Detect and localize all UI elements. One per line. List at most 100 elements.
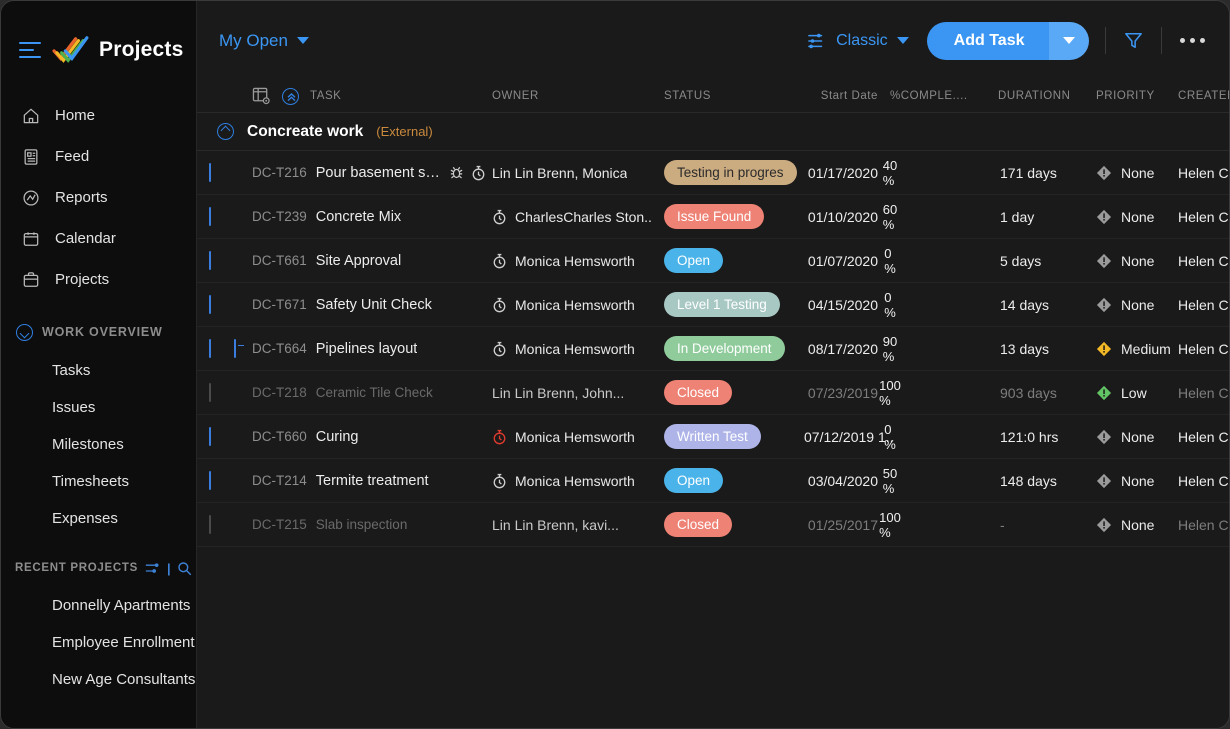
- row-select-cell[interactable]: [209, 252, 234, 270]
- column-settings-icon[interactable]: [252, 87, 271, 105]
- filter-button[interactable]: [1122, 29, 1145, 52]
- created-by-cell[interactable]: Helen Collin: [1178, 517, 1230, 533]
- priority-cell[interactable]: None: [1096, 253, 1178, 269]
- status-badge[interactable]: In Development: [664, 336, 785, 361]
- column-header-task[interactable]: TASK: [252, 87, 492, 105]
- sidebar-item-issues[interactable]: Issues: [1, 389, 196, 426]
- sidebar-item-timesheets[interactable]: Timesheets: [1, 463, 196, 500]
- row-select-cell[interactable]: [209, 296, 234, 314]
- row-checkbox[interactable]: [209, 515, 211, 534]
- status-cell[interactable]: Closed: [664, 380, 804, 405]
- task-cell[interactable]: DC-T214Termite treatment: [252, 473, 492, 489]
- status-cell[interactable]: Open: [664, 468, 804, 493]
- start-date-cell[interactable]: 01/07/2020: [804, 253, 890, 269]
- task-cell[interactable]: DC-T216Pour basement slabpour bas...: [252, 165, 492, 181]
- column-header-owner[interactable]: OWNER: [492, 90, 664, 102]
- row-select-cell[interactable]: [209, 384, 234, 402]
- status-cell[interactable]: Open: [664, 248, 804, 273]
- created-by-cell[interactable]: Helen Collin: [1178, 253, 1230, 269]
- status-badge[interactable]: Testing in progres: [664, 160, 797, 185]
- start-date-cell[interactable]: 01/10/2020: [804, 209, 890, 225]
- duration-cell[interactable]: 148 days: [998, 473, 1096, 489]
- sidebar-project-new-age-consultants[interactable]: New Age Consultants: [1, 661, 196, 698]
- owner-cell[interactable]: CharlesCharles Ston..: [492, 209, 664, 225]
- row-checkbox[interactable]: [209, 471, 211, 490]
- row-checkbox[interactable]: [209, 339, 211, 358]
- sidebar-item-projects[interactable]: Projects: [1, 259, 196, 300]
- sidebar-item-expenses[interactable]: Expenses: [1, 500, 196, 537]
- sidebar-item-calendar[interactable]: Calendar: [1, 218, 196, 259]
- add-task-button[interactable]: Add Task: [927, 22, 1049, 60]
- priority-cell[interactable]: None: [1096, 165, 1178, 181]
- start-date-cell[interactable]: 01/17/2020: [804, 165, 890, 181]
- table-row[interactable]: DC-T661Site ApprovalMonica HemsworthOpen…: [197, 239, 1229, 283]
- duration-cell[interactable]: 121:0 hrs: [998, 429, 1096, 445]
- row-select-cell[interactable]: [209, 208, 234, 226]
- row-select-cell[interactable]: [209, 516, 234, 534]
- task-cell[interactable]: DC-T671Safety Unit Check: [252, 297, 492, 313]
- sidebar-item-feed[interactable]: Feed: [1, 136, 196, 177]
- task-cell[interactable]: DC-T660Curing: [252, 429, 492, 445]
- sidebar-project-donnelly-apartments[interactable]: Donnelly Apartments: [1, 587, 196, 624]
- work-overview-section-header[interactable]: WORK OVERVIEW: [1, 312, 196, 352]
- view-filter-dropdown[interactable]: My Open: [219, 31, 309, 51]
- column-header-created-by[interactable]: CREATED BY: [1178, 90, 1230, 102]
- owner-cell[interactable]: Lin Lin Brenn, John...: [492, 385, 664, 401]
- chevrons-up-circle-icon[interactable]: [282, 88, 299, 105]
- table-row[interactable]: DC-T660CuringMonica HemsworthWritten Tes…: [197, 415, 1229, 459]
- status-cell[interactable]: Written Test: [664, 424, 804, 449]
- task-group-header[interactable]: Concreate work (External): [197, 113, 1229, 151]
- priority-cell[interactable]: None: [1096, 297, 1178, 313]
- status-cell[interactable]: Level 1 Testing: [664, 292, 804, 317]
- row-select-cell[interactable]: [209, 164, 234, 182]
- add-task-dropdown-button[interactable]: [1049, 22, 1089, 60]
- status-badge[interactable]: Closed: [664, 512, 732, 537]
- table-row[interactable]: DC-T664Pipelines layoutMonica HemsworthI…: [197, 327, 1229, 371]
- owner-cell[interactable]: Lin Lin Brenn, kavi...: [492, 517, 664, 533]
- priority-cell[interactable]: None: [1096, 209, 1178, 225]
- owner-cell[interactable]: Monica Hemsworth: [492, 297, 664, 313]
- start-date-cell[interactable]: 03/04/2020: [804, 473, 890, 489]
- add-task-button-group[interactable]: Add Task: [927, 22, 1089, 60]
- column-header-duration[interactable]: DURATIONN: [998, 90, 1096, 102]
- row-checkbox[interactable]: [209, 207, 211, 226]
- task-cell[interactable]: DC-T664Pipelines layout: [252, 341, 492, 357]
- status-badge[interactable]: Open: [664, 248, 723, 273]
- sliders-icon[interactable]: [144, 561, 161, 576]
- status-cell[interactable]: In Development: [664, 336, 804, 361]
- created-by-cell[interactable]: Helen Collin: [1178, 429, 1230, 445]
- more-horizontal-icon[interactable]: [1178, 32, 1208, 50]
- priority-cell[interactable]: Medium: [1096, 341, 1178, 357]
- status-badge[interactable]: Issue Found: [664, 204, 764, 229]
- duration-cell[interactable]: 14 days: [998, 297, 1096, 313]
- table-row[interactable]: DC-T216Pour basement slabpour bas...Lin …: [197, 151, 1229, 195]
- status-cell[interactable]: Closed: [664, 512, 804, 537]
- owner-cell[interactable]: Monica Hemsworth: [492, 429, 664, 445]
- table-row[interactable]: DC-T239Concrete MixCharlesCharles Ston..…: [197, 195, 1229, 239]
- duration-cell[interactable]: 13 days: [998, 341, 1096, 357]
- chevron-up-circle-icon[interactable]: [217, 123, 234, 140]
- column-header-status[interactable]: STATUS: [664, 90, 804, 102]
- created-by-cell[interactable]: Helen Collin: [1178, 341, 1230, 357]
- column-header-start-date[interactable]: Start Date: [804, 90, 890, 102]
- task-cell[interactable]: DC-T218Ceramic Tile Check: [252, 385, 492, 400]
- sidebar-project-employee-enrollment[interactable]: Employee Enrollment: [1, 624, 196, 661]
- status-badge[interactable]: Open: [664, 468, 723, 493]
- priority-cell[interactable]: Low: [1096, 385, 1178, 401]
- start-date-cell[interactable]: 07/12/2019 1..: [804, 429, 890, 445]
- owner-cell[interactable]: Monica Hemsworth: [492, 341, 664, 357]
- start-date-cell[interactable]: 08/17/2020: [804, 341, 890, 357]
- created-by-cell[interactable]: Helen Collin: [1178, 385, 1230, 401]
- priority-cell[interactable]: None: [1096, 473, 1178, 489]
- table-row[interactable]: DC-T215Slab inspectionLin Lin Brenn, kav…: [197, 503, 1229, 547]
- sidebar-item-reports[interactable]: Reports: [1, 177, 196, 218]
- sidebar-item-tasks[interactable]: Tasks: [1, 352, 196, 389]
- collapse-subtasks-icon[interactable]: [234, 339, 236, 358]
- sidebar-item-milestones[interactable]: Milestones: [1, 426, 196, 463]
- task-cell[interactable]: DC-T215Slab inspection: [252, 517, 492, 532]
- row-select-cell[interactable]: [209, 428, 234, 446]
- column-header-priority[interactable]: PRIORITY: [1096, 90, 1178, 102]
- start-date-cell[interactable]: 04/15/2020: [804, 297, 890, 313]
- status-badge[interactable]: Closed: [664, 380, 732, 405]
- owner-cell[interactable]: Monica Hemsworth: [492, 473, 664, 489]
